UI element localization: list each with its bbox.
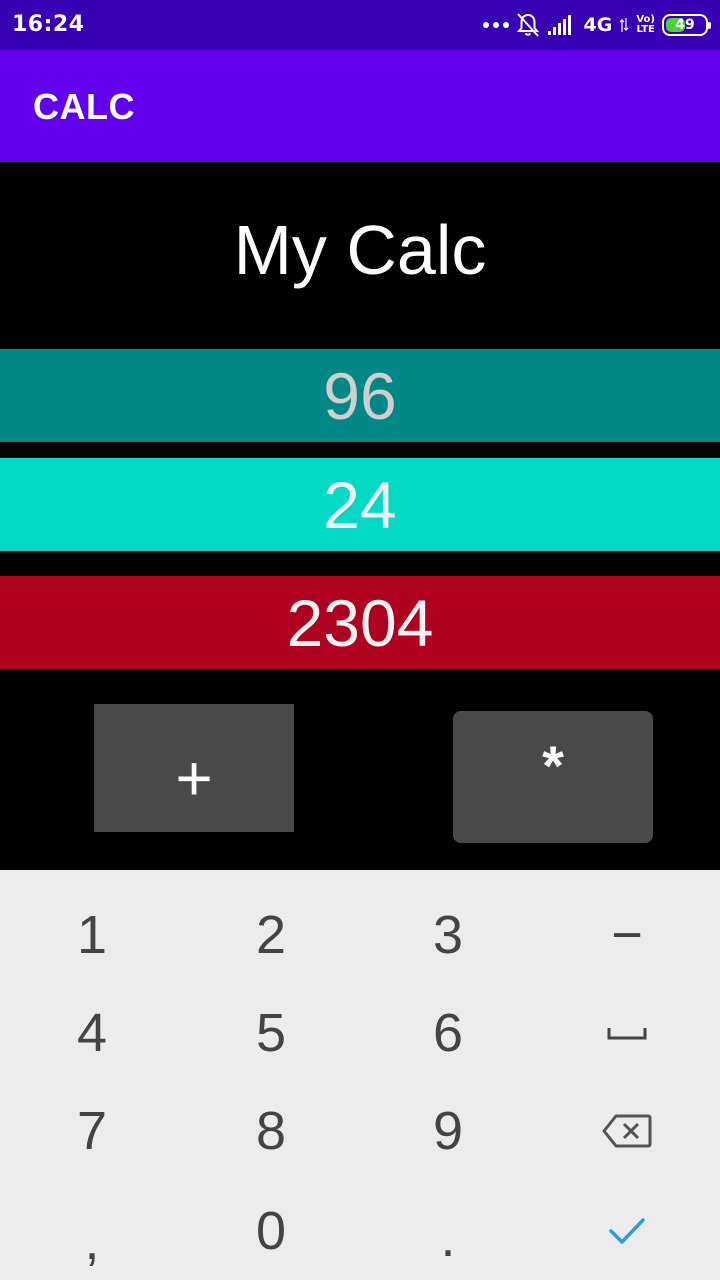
key-5[interactable]: 5 bbox=[181, 984, 361, 1082]
key-9[interactable]: 9 bbox=[358, 1082, 538, 1180]
add-button[interactable]: + bbox=[94, 704, 294, 832]
key-8[interactable]: 8 bbox=[181, 1082, 361, 1180]
result-display: 2304 bbox=[0, 576, 720, 669]
key-comma[interactable]: , bbox=[2, 1182, 182, 1280]
status-icons: 4G Vo) LTE 49 bbox=[482, 10, 711, 40]
app-bar: CALC bbox=[0, 50, 720, 162]
key-0[interactable]: 0 bbox=[181, 1182, 361, 1280]
status-bar: 16:24 4G Vo) LTE 49 bbox=[0, 0, 720, 50]
app-title: CALC bbox=[33, 86, 135, 127]
key-3[interactable]: 3 bbox=[358, 886, 538, 984]
done-check-icon bbox=[609, 1218, 645, 1244]
multiply-button[interactable]: * bbox=[453, 711, 653, 843]
backspace-icon bbox=[602, 1114, 652, 1148]
key-7[interactable]: 7 bbox=[2, 1082, 182, 1180]
battery-icon: 49 bbox=[662, 14, 711, 36]
volte-bottom-label: LTE bbox=[636, 24, 655, 35]
signal-icon bbox=[547, 15, 571, 35]
key-backspace[interactable] bbox=[537, 1082, 717, 1180]
status-time: 16:24 bbox=[12, 12, 85, 37]
more-dots-icon bbox=[482, 22, 509, 28]
space-icon bbox=[607, 1028, 647, 1040]
key-2[interactable]: 2 bbox=[181, 886, 361, 984]
key-1[interactable]: 1 bbox=[2, 886, 182, 984]
key-period[interactable]: . bbox=[358, 1182, 538, 1280]
key-minus[interactable]: − bbox=[537, 886, 717, 984]
network-activity-icon bbox=[619, 18, 629, 32]
numeric-keyboard: 1 2 3 − 4 5 6 7 8 9 , 0 . bbox=[0, 870, 720, 1280]
key-4[interactable]: 4 bbox=[2, 984, 182, 1082]
volte-icon: Vo) LTE bbox=[636, 15, 655, 35]
second-number-input[interactable]: 24 bbox=[0, 458, 720, 551]
key-space[interactable] bbox=[537, 984, 717, 1082]
battery-percent: 49 bbox=[675, 17, 695, 33]
network-type-label: 4G bbox=[583, 14, 613, 36]
key-done[interactable] bbox=[537, 1182, 717, 1280]
notifications-off-icon bbox=[516, 13, 539, 37]
first-number-input[interactable]: 96 bbox=[0, 349, 720, 442]
key-6[interactable]: 6 bbox=[358, 984, 538, 1082]
page-title: My Calc bbox=[233, 211, 487, 289]
